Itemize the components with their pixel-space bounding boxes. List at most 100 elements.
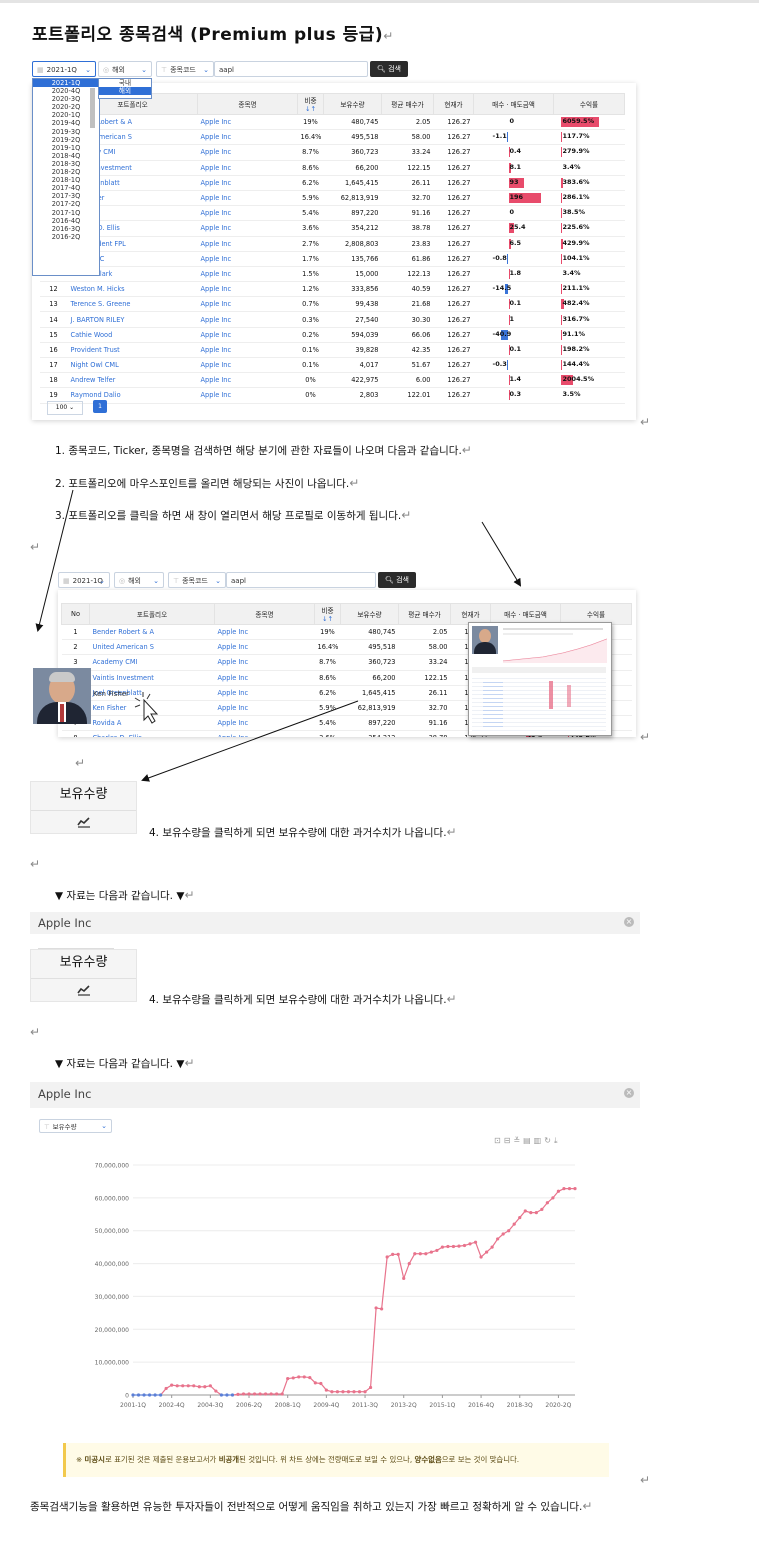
data-point [418,1252,422,1256]
data-point [573,1187,577,1191]
data-point [374,1306,378,1310]
data-point [208,1384,212,1388]
data-point [473,1240,478,1244]
close-icon[interactable]: × [624,1088,634,1098]
data-point [258,1392,262,1396]
series-line-segment [403,1263,410,1279]
data-point [523,1209,527,1213]
modal-header-strip: Apple Inc × [30,912,640,934]
return-mark: ↵ [640,1473,651,1487]
series-line-segment [381,1256,388,1309]
data-point [380,1307,384,1311]
data-point [545,1201,549,1205]
y-tick-label: 50,000,000 [95,1228,130,1235]
data-point [429,1250,433,1254]
return-mark: ↵ [75,756,86,770]
modal-title: Apple Inc [38,1087,92,1101]
data-point [264,1392,268,1396]
data-point [357,1390,362,1394]
data-point [203,1385,207,1389]
data-point [164,1386,168,1391]
data-point [435,1248,439,1253]
data-point [230,1393,235,1397]
x-tick-label: 2011-3Q [352,1402,378,1409]
step-4-repeat: 4. 보유수량을 클릭하게 되면 보유수량에 대한 과거수치가 나옵니다.↵ [149,992,457,1006]
data-point [534,1211,538,1215]
data-point [170,1383,174,1387]
return-mark: ↵ [30,857,41,871]
data-point [236,1392,240,1396]
data-point [363,1390,367,1394]
data-point [440,1245,444,1249]
series-line-segment [408,1253,416,1264]
data-point [402,1276,406,1280]
x-tick-label: 2009-4Q [313,1402,339,1409]
data-point [485,1250,489,1254]
qty-header-label[interactable]: 보유수량 [31,782,136,811]
x-tick-label: 2018-3Q [507,1402,533,1409]
data-point [562,1187,566,1191]
series-line-segment [369,1307,377,1388]
notice-box: ※ 미공시로 표기된 것은 제출된 운용보고서가 비공개된 것입니다. 위 차트… [63,1443,609,1477]
download-icon[interactable]: ⤓ [554,1136,561,1145]
y-tick-label: 60,000,000 [95,1195,130,1202]
data-point [446,1244,450,1249]
series-line-segment [474,1242,482,1258]
data-point [302,1375,306,1379]
chart-icon[interactable] [76,985,91,996]
close-icon[interactable]: × [624,917,634,927]
data-view-icon[interactable]: ▤ [523,1136,534,1145]
return-mark: ↵ [640,730,651,744]
data-point [368,1385,373,1390]
series-line-segment [281,1378,289,1395]
zoom-reset-icon[interactable]: ⊟ [504,1136,514,1145]
data-point [385,1255,389,1259]
data-point [286,1376,290,1381]
chart-icon[interactable] [76,817,91,828]
y-tick-label: 20,000,000 [95,1327,130,1334]
modal-header: Apple Inc × [30,1082,640,1108]
data-point [391,1252,395,1256]
data-point [567,1187,572,1191]
data-point [197,1385,201,1389]
data-point [324,1388,328,1392]
holdings-line-chart: 0 10,000,000 20,000,000 30,000,000 40,000,00… [95,1163,577,1409]
metric-select[interactable]: ⊤ 보유수량 ⌄ [39,1119,112,1133]
x-tick-label: 2006-2Q [236,1402,262,1409]
y-tick-label: 0 [125,1393,129,1400]
line-type-icon[interactable]: ≚ [513,1136,523,1145]
qty-header-clip[interactable]: 보유수량 [30,781,137,834]
zoom-icon[interactable]: ⊡ [494,1136,504,1145]
qty-header-clip[interactable]: 보유수량 [30,949,137,1002]
x-tick-label: 2015-1Q [429,1402,455,1409]
data-point [214,1389,218,1393]
data-point [424,1252,428,1256]
data-point [131,1393,135,1397]
data-point [462,1243,467,1248]
bar-type-icon[interactable]: ▥ [534,1136,545,1145]
data-point [451,1244,456,1249]
x-tick-label: 2004-3Q [197,1402,223,1409]
data-point [496,1237,500,1241]
data-point [330,1390,334,1394]
data-point [291,1376,295,1380]
data-point [556,1189,561,1193]
data-point [252,1392,257,1396]
refresh-icon[interactable]: ↻ [544,1136,554,1145]
data-point [186,1384,190,1388]
qty-header-label[interactable]: 보유수량 [31,950,136,979]
data-point [457,1244,461,1248]
data-point [159,1393,163,1397]
data-point [413,1252,417,1256]
annotation-arrows [35,489,522,782]
data-point [219,1393,223,1397]
data-point [313,1381,317,1385]
x-tick-label: 2013-2Q [391,1402,417,1409]
y-tick-label: 70,000,000 [95,1163,130,1170]
return-mark: ↵ [30,1025,41,1039]
data-point [241,1392,246,1396]
data-point [468,1242,472,1246]
chevron-down-icon: ⌄ [101,1122,107,1130]
data-point [335,1390,340,1394]
series-line-segment [397,1254,405,1279]
